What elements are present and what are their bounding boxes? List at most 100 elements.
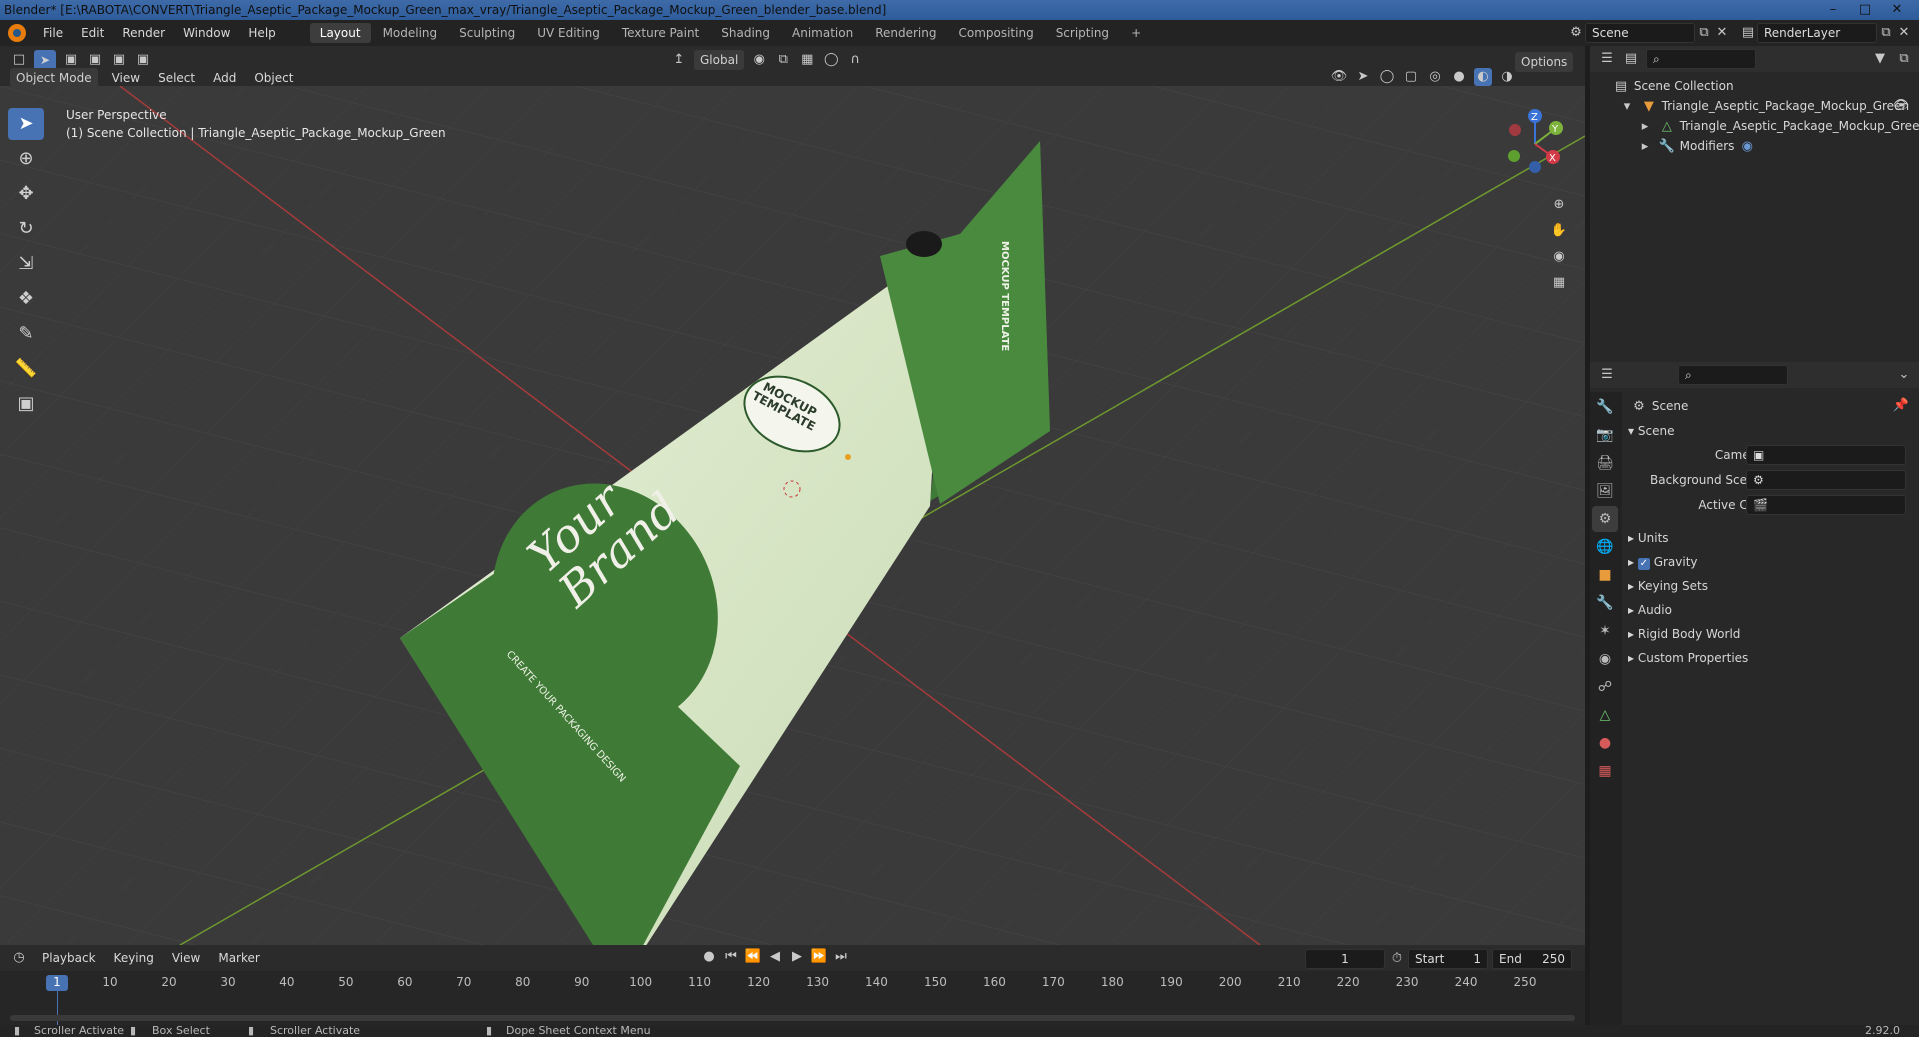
timeline-scrollbar[interactable] (10, 1015, 1575, 1021)
close-window-button[interactable]: ✕ (1882, 0, 1912, 20)
options-chevron-icon[interactable]: ⌄ (1895, 366, 1913, 384)
mode-dropdown[interactable]: Object Mode (10, 68, 98, 88)
pin-icon[interactable]: 📌 (1892, 397, 1910, 415)
minimize-button[interactable]: – (1818, 0, 1848, 20)
ortho-grid-icon[interactable]: ▦ (1550, 274, 1568, 292)
measure-tool-button[interactable]: 📏 (8, 353, 44, 385)
menu-file[interactable]: File (34, 20, 72, 46)
menu-timeline-view[interactable]: View (168, 948, 204, 968)
menu-select[interactable]: Select (154, 69, 199, 87)
jump-start-icon[interactable]: ⏮ (722, 948, 740, 966)
filter-icon[interactable]: ▼ (1871, 50, 1889, 68)
start-frame-field[interactable]: Start 1 (1408, 949, 1488, 969)
outliner-mesh-row[interactable]: ▸ △ Triangle_Aseptic_Package_Mockup_Gree (1636, 116, 1919, 136)
world-tab-icon[interactable]: 🌐 (1592, 534, 1618, 560)
particles-tab-icon[interactable]: ✶ (1592, 618, 1618, 644)
display-mode-icon[interactable]: ▤ (1622, 50, 1640, 68)
annotate-tool-button[interactable]: ✎ (8, 318, 44, 350)
visibility-eye-icon[interactable]: 👁 (1892, 97, 1910, 115)
tab-scripting[interactable]: Scripting (1046, 23, 1119, 43)
camera-view-icon[interactable]: ◉ (1550, 248, 1568, 266)
blender-logo-icon[interactable] (8, 24, 26, 42)
visibility-icon[interactable]: 👁 (1330, 68, 1348, 86)
panel-keying-sets[interactable]: ▸ Keying Sets (1628, 575, 1708, 597)
record-icon[interactable]: ● (700, 948, 718, 966)
select-subtract-icon[interactable]: ▣ (110, 51, 128, 69)
tab-uv-editing[interactable]: UV Editing (527, 23, 610, 43)
render-tab-icon[interactable]: 📷 (1592, 422, 1618, 448)
stopwatch-icon[interactable]: ⏱ (1388, 950, 1406, 968)
maximize-button[interactable]: □ (1850, 0, 1880, 20)
menu-playback[interactable]: Playback (38, 948, 100, 968)
add-workspace-icon[interactable]: + (1121, 23, 1151, 43)
pivot-icon[interactable]: ◉ (750, 51, 768, 69)
select-box-icon[interactable]: ▣ (62, 51, 80, 69)
outliner-search-input[interactable]: ⌕ (1646, 49, 1756, 69)
select-tool-icon[interactable]: ➤ (34, 50, 57, 70)
options-dropdown[interactable]: Options (1515, 52, 1574, 72)
scale-tool-button[interactable]: ⇲ (8, 248, 44, 280)
rotate-tool-button[interactable]: ↻ (8, 213, 44, 245)
delete-scene-icon[interactable]: ✕ (1713, 24, 1731, 42)
play-icon[interactable]: ▶ (788, 948, 806, 966)
physics-tab-icon[interactable]: ◉ (1592, 646, 1618, 672)
zoom-icon[interactable]: ⊕ (1550, 196, 1568, 214)
menu-keying[interactable]: Keying (110, 948, 158, 968)
outliner-scene-collection[interactable]: ▤ Scene Collection (1612, 76, 1734, 96)
panel-gravity[interactable]: ▸ ✓ Gravity (1628, 551, 1698, 573)
tool-tab-icon[interactable]: 🔧 (1592, 394, 1618, 420)
snap-target-icon[interactable]: ▦ (798, 51, 816, 69)
activeclip-field[interactable]: 🎬 (1746, 495, 1906, 515)
data-tab-icon[interactable]: △ (1592, 702, 1618, 728)
navigation-gizmo[interactable]: Z Y X (1500, 106, 1580, 186)
properties-search-input[interactable]: ⌕ (1678, 365, 1788, 385)
scene-section-header[interactable]: ▾ Scene (1628, 420, 1674, 442)
object-tab-icon[interactable]: ■ (1592, 562, 1618, 588)
move-tool-button[interactable]: ✥ (8, 178, 44, 210)
play-reverse-icon[interactable]: ◀ (766, 948, 784, 966)
expand-icon[interactable]: ▸ (1636, 138, 1654, 156)
constraints-tab-icon[interactable]: ☍ (1592, 674, 1618, 700)
transform-tool-button[interactable]: ❖ (8, 283, 44, 315)
menu-marker[interactable]: Marker (214, 948, 263, 968)
gizmo-toggle-icon[interactable]: ➤ (1354, 68, 1372, 86)
menu-add[interactable]: Add (209, 69, 240, 87)
tab-shading[interactable]: Shading (711, 23, 780, 43)
tab-layout[interactable]: Layout (309, 23, 371, 43)
outliner-modifiers-row[interactable]: ▸ 🔧 Modifiers ◉ (1636, 136, 1756, 156)
modifier-tab-icon[interactable]: 🔧 (1592, 590, 1618, 616)
panel-custom-properties[interactable]: ▸ Custom Properties (1628, 647, 1748, 669)
3d-viewport[interactable]: Your Brand CREATE YOUR PACKAGING DESIGN … (0, 86, 1585, 945)
menu-window[interactable]: Window (174, 20, 239, 46)
new-collection-icon[interactable]: ⧉ (1895, 50, 1913, 68)
rendered-shading-icon[interactable]: ◑ (1498, 68, 1516, 86)
material-shading-icon[interactable]: ◐ (1474, 68, 1492, 86)
tab-sculpting[interactable]: Sculpting (449, 23, 525, 43)
scene-icon[interactable]: ⚙ (1567, 24, 1585, 42)
menu-edit[interactable]: Edit (72, 20, 113, 46)
expand-icon[interactable]: ▸ (1636, 118, 1654, 136)
snap-icon[interactable]: ⧉ (774, 51, 792, 69)
camera-field[interactable]: ▣ (1746, 445, 1906, 465)
tab-modeling[interactable]: Modeling (373, 23, 448, 43)
new-layer-icon[interactable]: ⧉ (1877, 24, 1895, 42)
scene-selector[interactable]: Scene (1585, 23, 1695, 43)
panel-audio[interactable]: ▸ Audio (1628, 599, 1672, 621)
falloff-icon[interactable]: ∩ (846, 51, 864, 69)
bgscene-field[interactable]: ⚙ (1746, 470, 1906, 490)
outliner-editor-icon[interactable]: ☰ (1598, 50, 1616, 68)
menu-object[interactable]: Object (250, 69, 297, 87)
properties-editor-icon[interactable]: ☰ (1598, 366, 1616, 384)
transform-orientation-dropdown[interactable]: Global (694, 50, 745, 70)
prev-keyframe-icon[interactable]: ⏪ (744, 948, 762, 966)
panel-rigid-body-world[interactable]: ▸ Rigid Body World (1628, 623, 1740, 645)
tab-rendering[interactable]: Rendering (865, 23, 946, 43)
output-tab-icon[interactable]: 🖨 (1592, 450, 1618, 476)
select-extend-icon[interactable]: ▣ (86, 51, 104, 69)
overlay-toggle-icon[interactable]: ◯ (1378, 68, 1396, 86)
renderlayer-icon[interactable]: ▤ (1739, 24, 1757, 42)
jump-end-icon[interactable]: ⏭ (832, 948, 850, 966)
solid-shading-icon[interactable]: ● (1450, 68, 1468, 86)
renderlayer-selector[interactable]: RenderLayer (1757, 23, 1877, 43)
tab-texture-paint[interactable]: Texture Paint (612, 23, 709, 43)
